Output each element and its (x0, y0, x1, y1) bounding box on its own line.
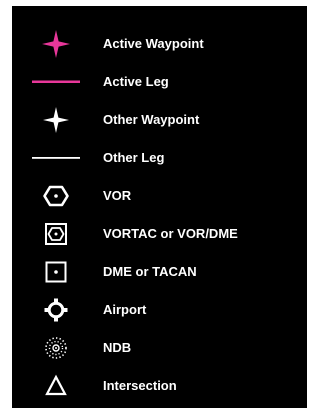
legend-label: Airport (103, 302, 147, 317)
active-leg-line-icon (22, 63, 90, 101)
legend-row-active-waypoint: Active Waypoint (12, 25, 307, 63)
legend-row-ndb: NDB (12, 329, 307, 367)
legend-frame: Active Waypoint Active Leg Other Waypoin… (0, 0, 317, 410)
legend-row-other-leg: Other Leg (12, 139, 307, 177)
legend-label: VOR (103, 188, 132, 203)
vor-hexagon-icon (22, 177, 90, 215)
legend-row-intersection: Intersection (12, 367, 307, 405)
active-waypoint-star-icon (22, 25, 90, 63)
legend-row-active-leg: Active Leg (12, 63, 307, 101)
ndb-icon (22, 329, 90, 367)
other-waypoint-star-icon (22, 101, 90, 139)
vortac-icon (22, 215, 90, 253)
legend-row-airport: Airport (12, 291, 307, 329)
legend-row-other-waypoint: Other Waypoint (12, 101, 307, 139)
legend-label: NDB (103, 340, 132, 355)
symbol-legend-panel: Active Waypoint Active Leg Other Waypoin… (12, 6, 307, 408)
legend-label: Active Leg (103, 74, 169, 89)
legend-label: Intersection (103, 378, 177, 393)
airport-icon (22, 291, 90, 329)
legend-label: Other Waypoint (103, 112, 200, 127)
dme-square-icon (22, 253, 90, 291)
legend-row-vor: VOR (12, 177, 307, 215)
legend-label: VORTAC or VOR/DME (103, 226, 238, 241)
legend-label: Other Leg (103, 150, 165, 165)
other-leg-line-icon (22, 139, 90, 177)
legend-label: Active Waypoint (103, 36, 204, 51)
intersection-triangle-icon (22, 367, 90, 405)
legend-row-vortac: VORTAC or VOR/DME (12, 215, 307, 253)
legend-label: DME or TACAN (103, 264, 197, 279)
legend-row-dme: DME or TACAN (12, 253, 307, 291)
